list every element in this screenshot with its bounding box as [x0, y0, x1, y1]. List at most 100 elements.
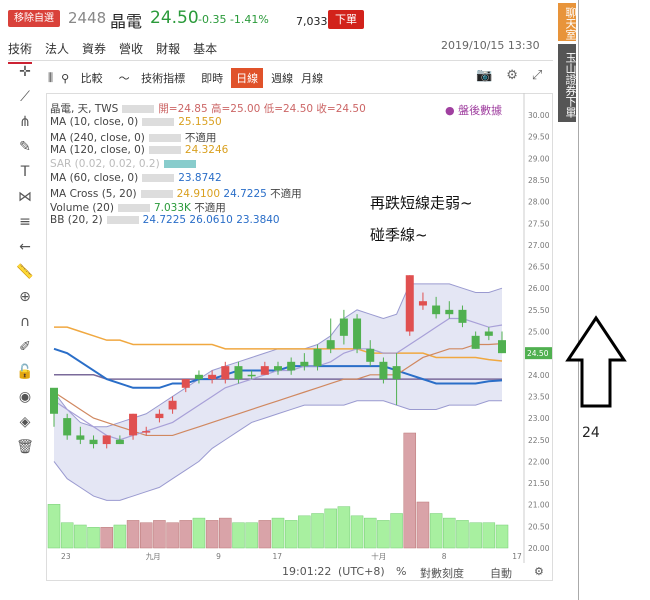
broker-order-button[interactable]: 玉山證券下單 — [558, 44, 577, 122]
chart-bottom-bar: 19:01:22 (UTC+8) % 對數刻度 自動 ⚙ — [46, 563, 553, 581]
price-tick-label: 25.50 — [528, 306, 550, 315]
mini-controls — [122, 105, 155, 113]
volume-bar — [47, 504, 61, 549]
ma120-label: MA (120, close, 0) — [50, 144, 145, 156]
candle-body — [339, 318, 348, 336]
candle-body — [89, 439, 98, 445]
price-tick-label: 21.50 — [528, 479, 550, 488]
layers-icon[interactable]: ◈ — [8, 414, 42, 439]
price-tick-label: 28.50 — [528, 176, 550, 185]
last-price-label: 24.50 — [527, 349, 549, 358]
candle-body — [63, 418, 72, 436]
ma10-value: 25.1550 — [178, 116, 222, 128]
time-tick-label: 九月 — [146, 552, 161, 561]
drawing-toolbar: ✛ ⟋ ⋔ ✎ T ⋈ ≡ ← 📏 ⊕ ∩ ✐ 🔓 ◉ ◈ 🗑 — [8, 64, 42, 464]
candle-body — [208, 374, 217, 380]
eye-icon[interactable]: ◉ — [8, 389, 42, 414]
price-tick-label: 20.50 — [528, 522, 550, 531]
ma10-label: MA (10, close, 0) — [50, 116, 139, 128]
volume-bar — [429, 513, 443, 549]
compare-button[interactable]: ⚲ 比較 — [61, 70, 111, 86]
candle-body — [418, 301, 427, 306]
volume-bar — [403, 432, 417, 549]
mini-controls — [148, 146, 181, 154]
volume-bar — [271, 517, 285, 549]
candle-body — [471, 335, 480, 349]
ruler-icon[interactable]: 📏 — [8, 264, 42, 289]
ohlc-values: 開=24.85 高=25.00 低=24.50 收=24.50 — [158, 103, 366, 115]
price-tick-label: 26.50 — [528, 263, 550, 272]
volume-bar — [469, 522, 482, 549]
time-tick-label: 17 — [273, 552, 283, 561]
indicators-button[interactable]: 〜 技術指標 — [119, 70, 194, 86]
volume-bar — [113, 524, 127, 549]
eye-icon[interactable] — [163, 160, 196, 168]
price-tick-label: 21.00 — [528, 501, 550, 510]
lock-icon[interactable]: 🔓 — [8, 364, 42, 389]
volume-bar — [232, 522, 245, 549]
candle-body — [155, 413, 164, 419]
settings-icon[interactable]: ⚙ — [534, 565, 544, 578]
fullscreen-icon[interactable]: ⤢ — [532, 68, 556, 83]
daily-button[interactable]: 日線 — [231, 68, 264, 88]
mini-controls — [106, 216, 139, 224]
auto-scale-toggle[interactable]: 自動 — [490, 565, 512, 581]
camera-icon[interactable]: 📷 — [476, 68, 506, 83]
trash-icon[interactable]: 🗑 — [8, 439, 42, 464]
candle-body — [76, 435, 85, 440]
magnet-icon[interactable]: ∩ — [8, 314, 42, 339]
brush-icon[interactable]: ✎ — [8, 139, 42, 164]
volume-bar — [219, 517, 232, 549]
volume-bar — [74, 524, 87, 549]
candle-body — [247, 374, 256, 377]
log-scale-toggle[interactable]: 對數刻度 — [420, 565, 464, 581]
info-ma120: MA (120, close, 0) 24.3246 — [50, 144, 228, 156]
volume-bar — [87, 527, 100, 549]
trend-line-icon[interactable]: ⟋ — [8, 89, 42, 114]
zoom-icon[interactable]: ⊕ — [8, 289, 42, 314]
monthly-button[interactable]: 月線 — [301, 70, 323, 86]
after-hours-watermark: ● 盤後數據 — [445, 104, 503, 117]
fib-icon[interactable]: ≡ — [8, 214, 42, 239]
volume-bar — [482, 522, 496, 549]
info-symbol: 晶電, 天, TWS 開=24.85 高=25.00 低=24.50 收=24.5… — [50, 101, 366, 116]
chart-toolbar: ⫼ ⚲ 比較 〜 技術指標 即時 日線 週線 月線 — [48, 66, 331, 90]
crosshair-icon[interactable]: ✛ — [8, 64, 42, 89]
bb-mid: 24.7225 — [142, 214, 187, 226]
settings-icon[interactable]: ⚙ — [506, 68, 532, 83]
volume-bar — [456, 520, 469, 549]
candle-body — [432, 305, 441, 315]
volume-bar — [416, 501, 430, 549]
candle-body — [326, 340, 335, 349]
realtime-button[interactable]: 即時 — [201, 70, 223, 86]
sar-label: SAR (0.02, 0.02, 0.2) — [50, 158, 160, 170]
candle-body — [274, 366, 282, 371]
bollinger-band-fill — [54, 283, 502, 501]
text-icon[interactable]: T — [8, 164, 42, 189]
volume-bar — [153, 520, 166, 549]
candle-body — [484, 331, 493, 336]
info-volume: Volume (20) 7.033K 不適用 — [50, 200, 226, 215]
candle-type-icon[interactable]: ⫼ — [48, 71, 53, 85]
fork-icon[interactable]: ⋔ — [8, 114, 42, 139]
watermark-text: 盤後數據 — [458, 104, 503, 117]
volume-bar — [311, 513, 324, 549]
lock-drawing-icon[interactable]: ✐ — [8, 339, 42, 364]
remove-watchlist-button[interactable]: 移除自選 — [8, 10, 60, 27]
stock-price: 24.50 — [150, 8, 199, 28]
price-tick-label: 22.00 — [528, 457, 550, 466]
volume-bar — [298, 515, 311, 549]
chat-room-button[interactable]: 聊天室 — [558, 3, 577, 41]
symbol-label: 晶電, 天, TWS — [50, 103, 119, 115]
price-tick-label: 30.00 — [528, 111, 550, 120]
volume-bar — [60, 522, 74, 549]
clock-time: 19:01:22 — [282, 565, 332, 578]
pattern-icon[interactable]: ⋈ — [8, 189, 42, 214]
percent-toggle[interactable]: % — [396, 565, 406, 578]
weekly-button[interactable]: 週線 — [271, 70, 293, 86]
info-ma60: MA (60, close, 0) 23.8742 — [50, 172, 222, 184]
order-button[interactable]: 下單 — [328, 10, 364, 29]
back-arrow-icon[interactable]: ← — [8, 239, 42, 264]
time-tick-label: 8 — [442, 552, 447, 561]
ma240-label: MA (240, close, 0) — [50, 132, 145, 144]
